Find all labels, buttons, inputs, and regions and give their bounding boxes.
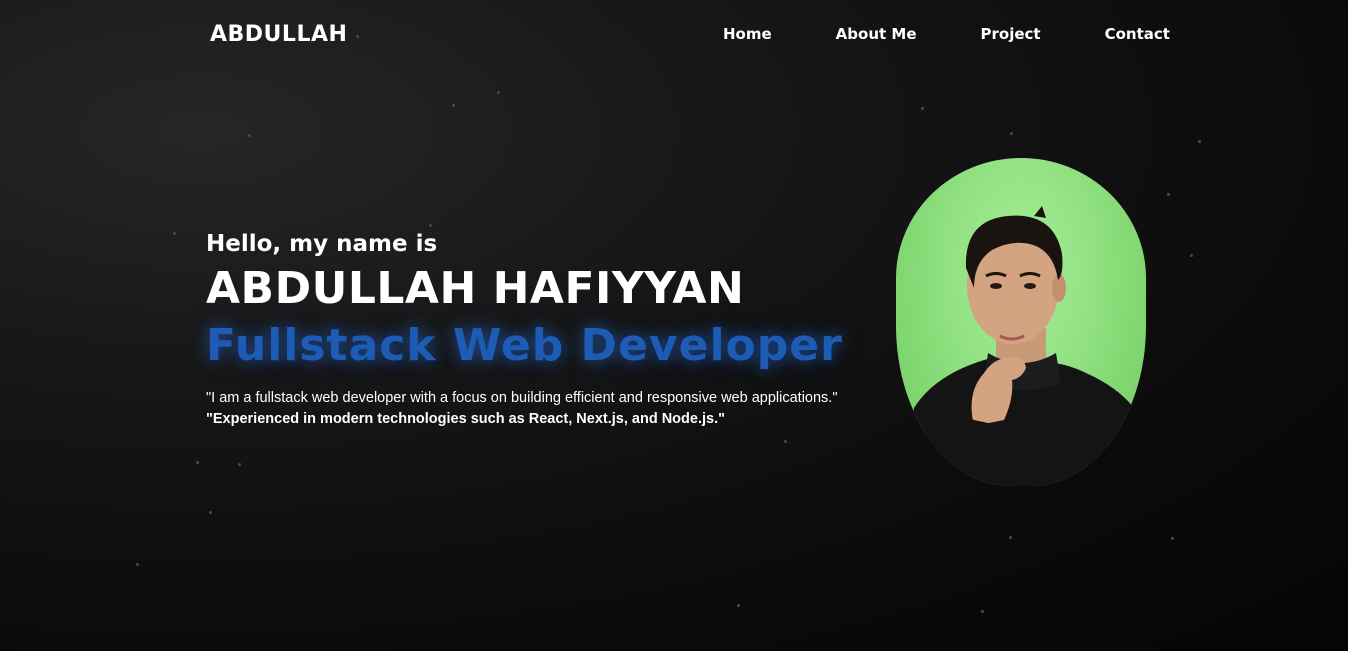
hero-quote-line-2: "Experienced in modern technologies such…	[206, 411, 725, 427]
nav-about-me[interactable]: About Me	[836, 25, 917, 43]
hero-greeting: Hello, my name is	[206, 231, 438, 257]
hero-quote-line-1: "I am a fullstack web developer with a f…	[206, 390, 838, 406]
nav-contact[interactable]: Contact	[1105, 25, 1170, 43]
hero-name: ABDULLAH HAFIYYAN	[206, 263, 745, 314]
hero-role: Fullstack Web Developer	[206, 320, 843, 371]
hero-section: Hello, my name is ABDULLAH HAFIYYAN Full…	[206, 228, 843, 430]
nav-project[interactable]: Project	[981, 25, 1041, 43]
main-nav: Home About Me Project Contact	[723, 25, 1170, 43]
profile-portrait-illustration	[906, 206, 1146, 486]
nav-home[interactable]: Home	[723, 25, 772, 43]
profile-photo	[896, 158, 1146, 486]
site-logo[interactable]: ABDULLAH	[210, 22, 347, 47]
